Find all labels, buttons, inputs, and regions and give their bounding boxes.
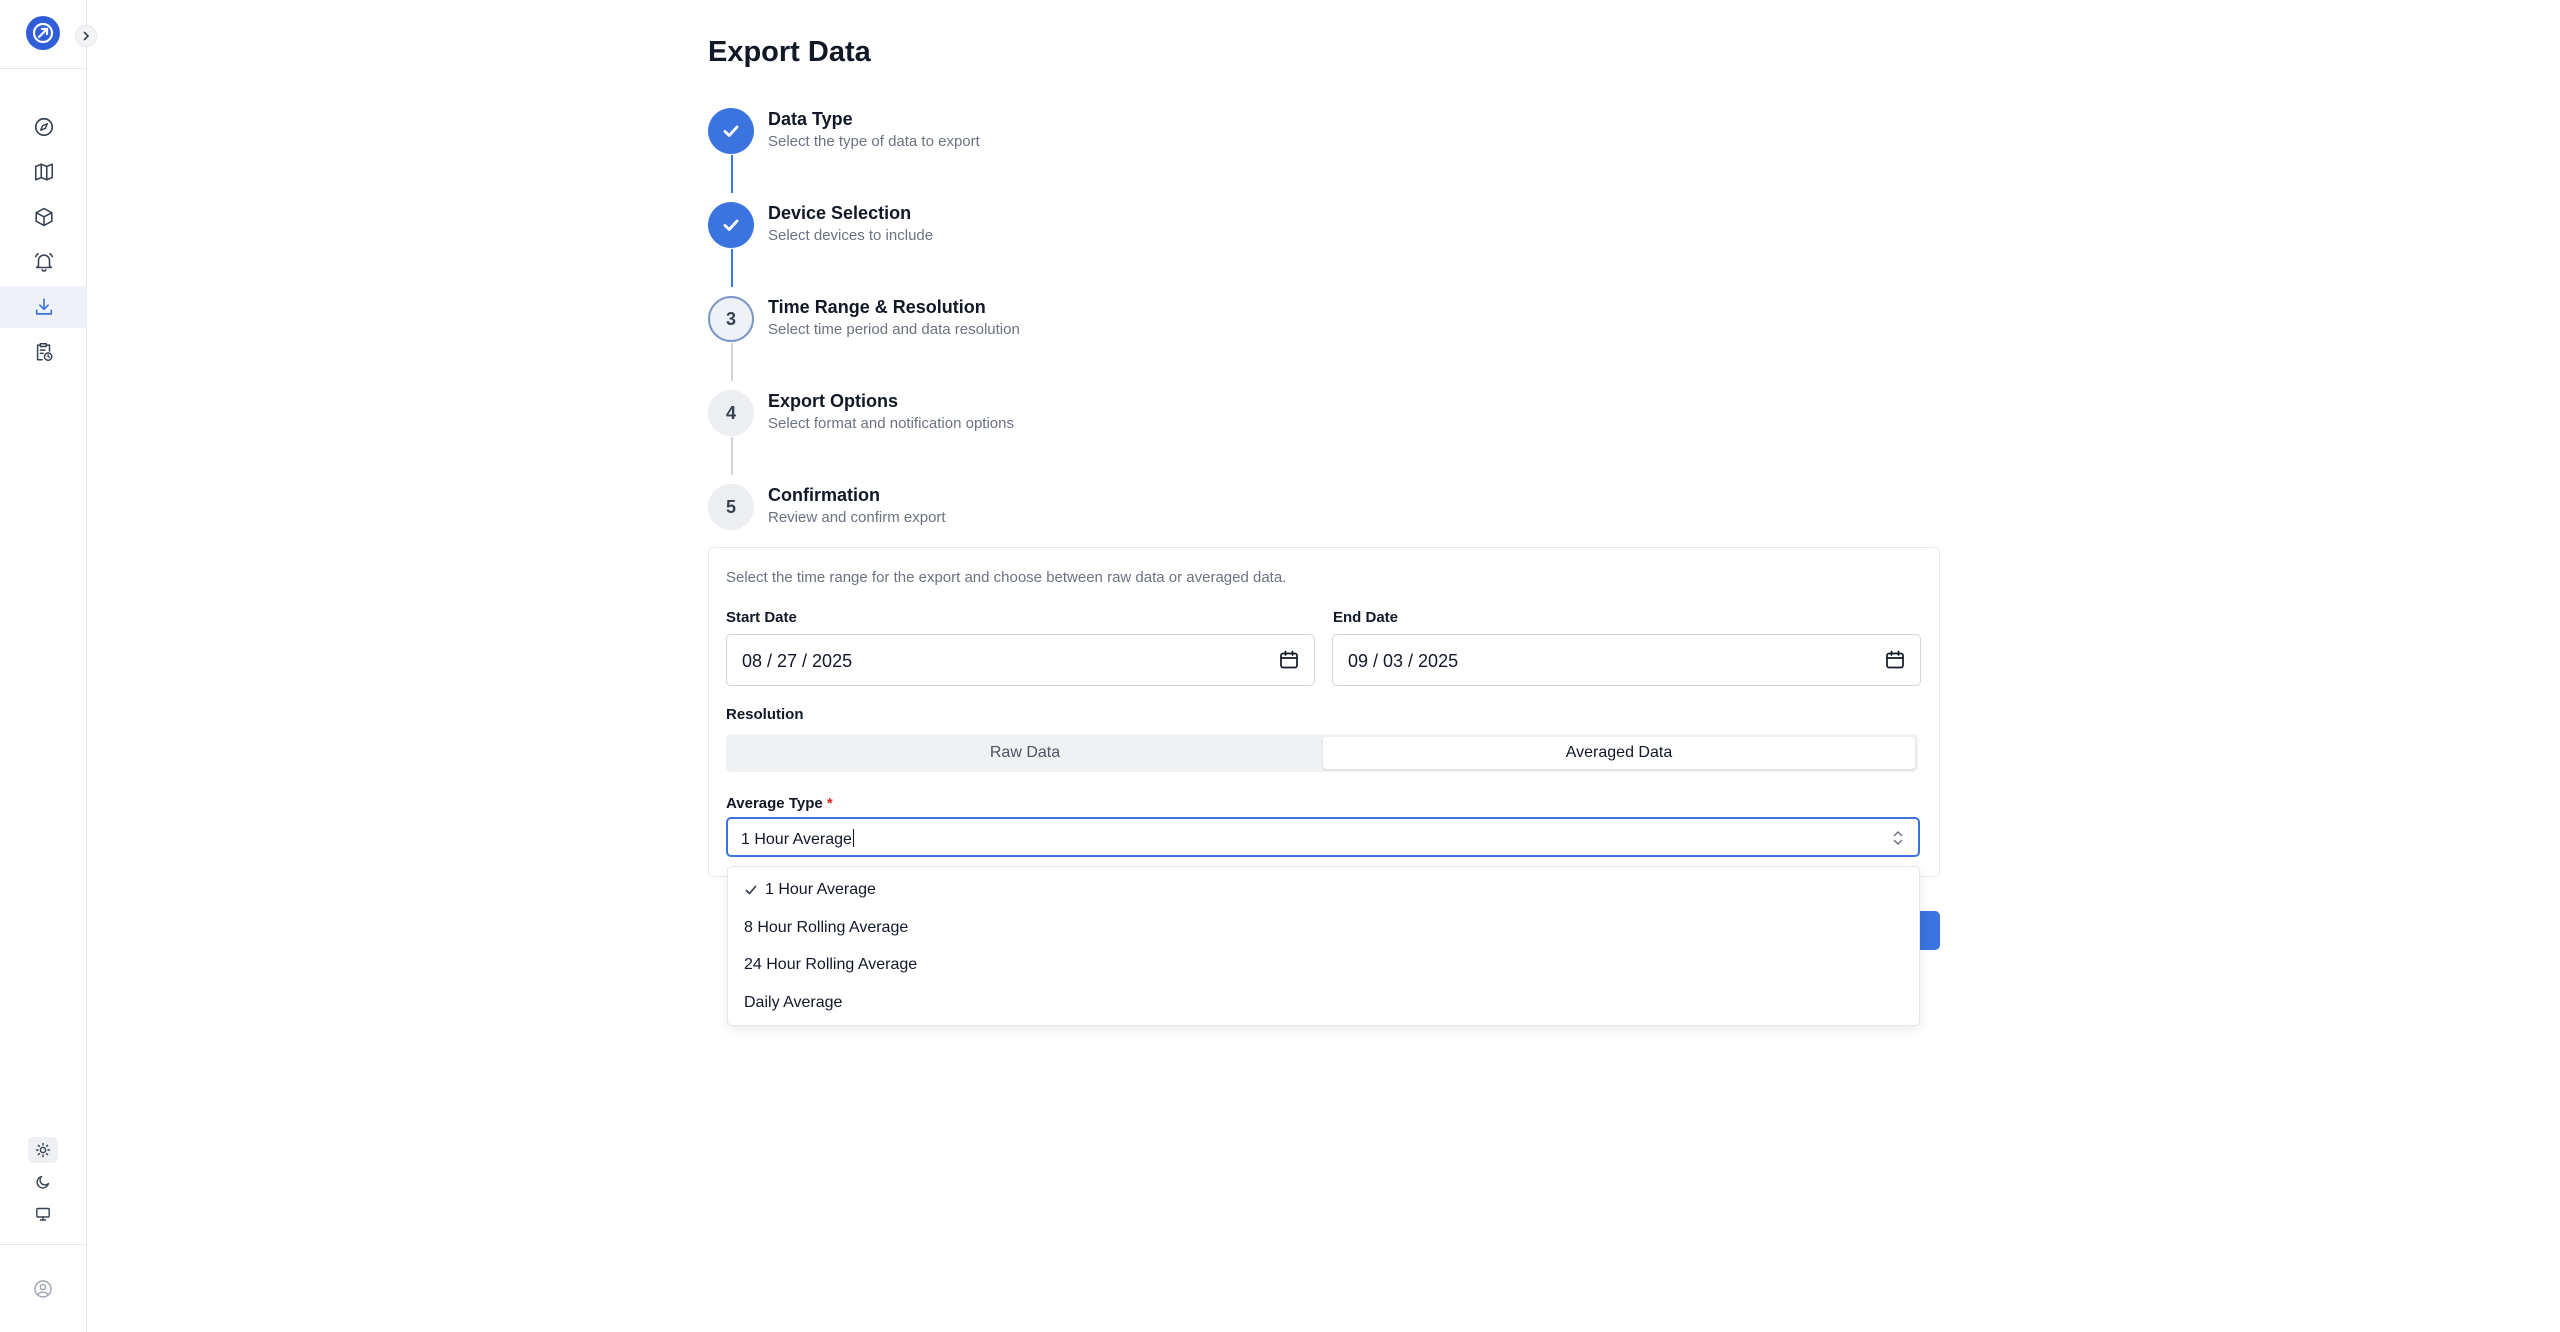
end-date-input[interactable]: 09 / 03 / 2025 <box>1332 634 1921 686</box>
average-type-value: 1 Hour Average <box>741 829 854 849</box>
theme-light-button[interactable] <box>28 1137 58 1163</box>
resolution-option-averaged[interactable]: Averaged Data <box>1323 737 1915 769</box>
map-icon <box>34 163 53 181</box>
monitor-icon <box>36 1207 50 1221</box>
start-date-input[interactable]: 08 / 27 / 2025 <box>726 634 1315 686</box>
sidebar-item-devices[interactable] <box>0 196 87 238</box>
theme-dark-button[interactable] <box>28 1169 58 1195</box>
check-icon <box>745 885 757 895</box>
calendar-icon[interactable] <box>1884 649 1906 671</box>
download-icon <box>35 298 52 315</box>
dropdown-option-label: 8 Hour Rolling Average <box>744 919 909 936</box>
clipboard-clock-icon <box>36 343 53 361</box>
step-data-type[interactable]: Data Type Select the type of data to exp… <box>708 108 1408 158</box>
sidebar-item-alerts[interactable] <box>0 241 87 283</box>
calendar-icon[interactable] <box>1278 649 1300 671</box>
start-date-label: Start Date <box>726 609 797 626</box>
step-subtitle: Review and confirm export <box>768 509 946 526</box>
sidebar-item-dashboard[interactable] <box>0 106 87 148</box>
average-type-value-text: 1 Hour Average <box>741 831 852 848</box>
step-complete-check-icon <box>708 108 754 154</box>
step-connector-4 <box>731 437 733 475</box>
dropdown-option-24-hour[interactable]: 24 Hour Rolling Average <box>744 956 917 974</box>
dropdown-option-label: Daily Average <box>744 994 843 1011</box>
sidebar <box>0 0 97 1332</box>
dropdown-option-8-hour[interactable]: 8 Hour Rolling Average <box>744 919 908 937</box>
step-title: Confirmation <box>768 485 880 505</box>
step-subtitle: Select format and notification options <box>768 415 1014 432</box>
step-title: Device Selection <box>768 203 912 223</box>
dropdown-option-label: 1 Hour Average <box>765 881 876 898</box>
step-connector-3 <box>731 343 733 381</box>
step-subtitle: Select devices to include <box>768 227 934 244</box>
cube-icon <box>34 207 53 227</box>
dropdown-option-1-hour[interactable]: 1 Hour Average <box>744 881 876 899</box>
average-type-dropdown: 1 Hour Average 8 Hour Rolling Average 24… <box>727 866 1920 1026</box>
step-complete-check-icon <box>708 202 754 248</box>
step-export-options[interactable]: 4 Export Options Select format and notif… <box>708 390 1408 440</box>
resolution-label: Resolution <box>726 706 804 723</box>
step-title: Export Options <box>768 391 898 411</box>
step-number: 3 <box>708 296 754 342</box>
resolution-option-raw[interactable]: Raw Data <box>729 737 1321 769</box>
step-connector-1 <box>731 155 733 193</box>
sidebar-item-export[interactable] <box>0 286 87 328</box>
dropdown-option-label: 24 Hour Rolling Average <box>744 956 918 973</box>
sidebar-item-reports[interactable] <box>0 331 87 373</box>
page-title: Export Data <box>708 36 871 68</box>
average-type-label: Average Type * <box>726 795 833 812</box>
bell-icon <box>34 252 53 272</box>
chevron-right-icon[interactable] <box>75 25 97 47</box>
resolution-toggle: Raw Data Averaged Data <box>726 734 1918 772</box>
step-device-selection[interactable]: Device Selection Select devices to inclu… <box>708 202 1408 252</box>
end-date-value: 09 / 03 / 2025 <box>1348 651 1459 671</box>
sidebar-divider-bottom <box>0 1244 87 1245</box>
step-subtitle: Select time period and data resolution <box>768 321 1020 338</box>
chevron-up-down-icon <box>1893 831 1903 845</box>
app-logo-icon[interactable] <box>26 16 60 50</box>
user-circle-icon[interactable] <box>33 1279 53 1299</box>
step-connector-2 <box>731 249 733 287</box>
sidebar-item-map[interactable] <box>0 151 87 193</box>
average-type-select[interactable]: 1 Hour Average <box>726 817 1920 857</box>
sun-icon <box>35 1142 51 1158</box>
step-number: 5 <box>708 484 754 530</box>
required-mark: * <box>826 795 833 812</box>
moon-icon <box>36 1175 50 1189</box>
form-description: Select the time range for the export and… <box>726 569 1287 586</box>
step-title: Data Type <box>768 109 853 129</box>
step-time-range[interactable]: 3 Time Range & Resolution Select time pe… <box>708 296 1408 346</box>
dropdown-option-daily[interactable]: Daily Average <box>744 994 842 1012</box>
step-confirmation[interactable]: 5 Confirmation Review and confirm export <box>708 484 1408 534</box>
step-number: 4 <box>708 390 754 436</box>
step-subtitle: Select the type of data to export <box>768 133 980 150</box>
text-cursor <box>852 829 854 847</box>
sidebar-divider <box>0 68 87 69</box>
compass-icon <box>34 117 53 137</box>
theme-system-button[interactable] <box>28 1201 58 1227</box>
step-title: Time Range & Resolution <box>768 297 986 317</box>
average-type-label-text: Average Type <box>726 795 823 812</box>
start-date-value: 08 / 27 / 2025 <box>742 651 853 671</box>
next-button[interactable] <box>1919 911 1940 950</box>
end-date-label: End Date <box>1333 609 1399 626</box>
